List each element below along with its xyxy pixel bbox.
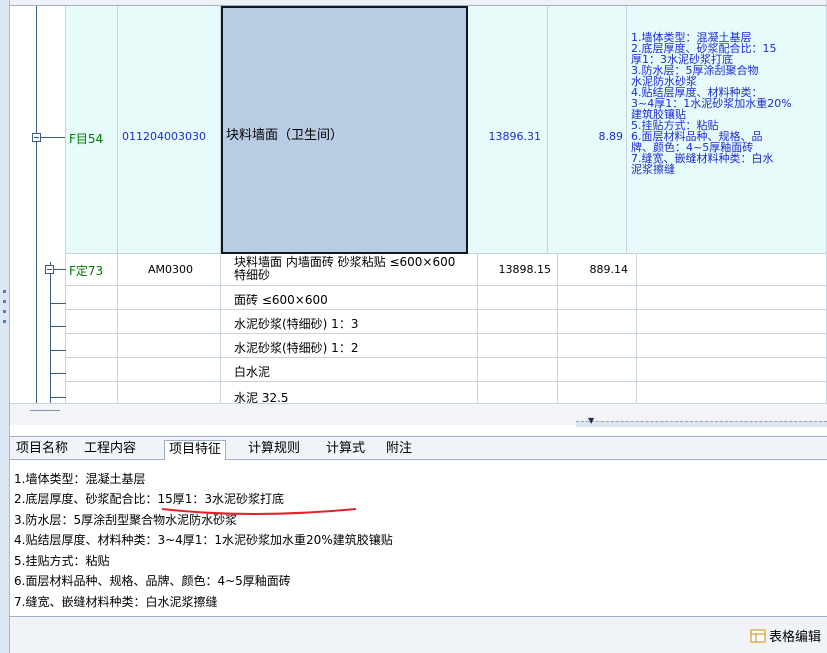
material-feature-cell[interactable]	[637, 310, 827, 334]
material-qty-cell[interactable]	[478, 286, 558, 310]
material-feature-cell[interactable]	[637, 286, 827, 310]
material-name-cell[interactable]: 水泥 32.5	[221, 382, 478, 403]
bill-grid: F目54 011204003030 块料墙面（卫生间） 13896.31 8.8…	[10, 0, 827, 403]
table-edit-label: 表格编辑	[768, 630, 821, 645]
tab-work-content[interactable]: 工程内容	[80, 440, 140, 460]
row2-code: F定73	[69, 264, 104, 278]
tree-line	[50, 326, 66, 327]
material-code-cell[interactable]	[66, 334, 118, 358]
bottom-toolbar: 表格编辑	[10, 616, 827, 653]
material-code-cell[interactable]	[66, 310, 118, 334]
row2-price: 889.14	[589, 263, 629, 276]
table-edit-button[interactable]: 表格编辑	[750, 626, 821, 645]
tree-line	[50, 262, 51, 403]
material-feature-cell[interactable]	[637, 358, 827, 382]
material-name-cell[interactable]: 水泥砂浆(特细砂) 1：2	[221, 334, 478, 358]
row1-code-cell[interactable]: F目54	[66, 6, 118, 254]
splitter-dot	[3, 290, 6, 293]
table-edit-icon	[750, 629, 766, 642]
tab-project-features[interactable]: 项目特征	[164, 440, 227, 460]
collapse-icon[interactable]	[32, 133, 41, 142]
material-qty-cell[interactable]	[478, 310, 558, 334]
row2-feature-cell[interactable]	[637, 254, 827, 286]
material-code-cell[interactable]	[66, 382, 118, 403]
collapse-icon[interactable]	[45, 265, 54, 274]
material-qty-cell[interactable]	[478, 358, 558, 382]
tree-line	[41, 137, 65, 138]
row1-name: 块料墙面（卫生间）	[226, 128, 344, 143]
left-splitter[interactable]	[0, 0, 10, 653]
splitter-handle[interactable]: ▼	[576, 416, 827, 427]
feature-line: 1.墙体类型：混凝土基层	[14, 472, 146, 486]
red-underline-annotation	[161, 508, 357, 515]
feature-text-area[interactable]: 1.墙体类型：混凝土基层 2.底层厚度、砂浆配合比：15厚1：3水泥砂浆打底 3…	[10, 461, 827, 616]
row2-qty-cell[interactable]: 13898.15	[478, 254, 558, 286]
feature-line: 4.贴结层厚度、材料种类：3~4厚1：1水泥砂浆加水重20%建筑胶镶贴	[14, 533, 393, 547]
row1-price: 8.89	[598, 130, 624, 143]
row1-feature-cell[interactable]: 1.墙体类型：混凝土基层 2.底层厚度、砂浆配合比：15 厚1：3水泥砂浆打底 …	[627, 6, 827, 254]
material-name: 水泥砂浆(特细砂) 1：3	[234, 317, 359, 331]
material-number-cell[interactable]	[118, 334, 221, 358]
feature-line: 6.面层材料品种、规格、品牌、颜色：4~5厚釉面砖	[14, 574, 291, 588]
material-number-cell[interactable]	[118, 310, 221, 334]
row1-qty: 13896.31	[488, 130, 542, 143]
material-name-cell[interactable]: 白水泥	[221, 358, 478, 382]
row1-code: F目54	[69, 132, 104, 146]
row2-price-cell[interactable]: 889.14	[558, 254, 637, 286]
tree-line	[50, 350, 66, 351]
feature-line: 7.缝宽、嵌缝材料种类：白水泥浆擦缝	[14, 595, 218, 609]
tab-calc-rules[interactable]: 计算规则	[244, 440, 304, 460]
material-code-cell[interactable]	[66, 358, 118, 382]
material-name: 水泥 32.5	[234, 391, 289, 403]
feature-line: 5.挂贴方式：粘贴	[14, 554, 110, 568]
splitter-dot	[3, 300, 6, 303]
tree-line	[50, 373, 66, 374]
detail-tab-bar: 项目名称 工程内容 项目特征 计算规则 计算式 附注	[10, 436, 827, 460]
material-name: 水泥砂浆(特细砂) 1：2	[234, 341, 359, 355]
tab-formula[interactable]: 计算式	[322, 440, 369, 460]
material-qty-cell[interactable]	[478, 382, 558, 403]
material-price-cell[interactable]	[558, 286, 637, 310]
material-price-cell[interactable]	[558, 382, 637, 403]
material-name-cell[interactable]: 水泥砂浆(特细砂) 1：3	[221, 310, 478, 334]
row1-qty-cell[interactable]: 13896.31	[468, 6, 548, 254]
tree-column	[10, 6, 66, 403]
material-name-cell[interactable]: 面砖 ≤600×600	[221, 286, 478, 310]
row2-name: 块料墙面 内墙面砖 砂浆粘贴 ≤600×600 特细砂	[234, 255, 456, 282]
chevron-down-icon[interactable]: ▼	[588, 416, 594, 425]
tree-line	[36, 6, 37, 403]
row2-number-cell[interactable]: AM0300	[118, 254, 221, 286]
tree-line	[54, 269, 66, 270]
material-price-cell[interactable]	[558, 358, 637, 382]
row1-name-cell[interactable]: 块料墙面（卫生间）	[221, 6, 468, 254]
row2-qty: 13898.15	[498, 263, 552, 276]
splitter-dot	[3, 310, 6, 313]
material-name: 白水泥	[234, 365, 271, 379]
splitter-dot	[3, 320, 6, 323]
material-price-cell[interactable]	[558, 334, 637, 358]
row2-name-cell[interactable]: 块料墙面 内墙面砖 砂浆粘贴 ≤600×600 特细砂	[221, 254, 478, 286]
row1-number: 011204003030	[122, 130, 206, 143]
material-number-cell[interactable]	[118, 286, 221, 310]
row2-number: AM0300	[148, 263, 194, 276]
tab-project-name[interactable]: 项目名称	[12, 440, 72, 460]
material-number-cell[interactable]	[118, 358, 221, 382]
grid-horizontal-scrollbar[interactable]: ▼	[10, 403, 827, 427]
row2-code-cell[interactable]: F定73	[66, 254, 118, 286]
material-price-cell[interactable]	[558, 310, 637, 334]
tree-line	[50, 397, 66, 398]
material-number-cell[interactable]	[118, 382, 221, 403]
scroll-thumb[interactable]	[30, 410, 60, 411]
tree-line	[50, 303, 66, 304]
row1-price-cell[interactable]: 8.89	[548, 6, 627, 254]
material-feature-cell[interactable]	[637, 382, 827, 403]
material-name: 面砖 ≤600×600	[234, 293, 328, 307]
material-qty-cell[interactable]	[478, 334, 558, 358]
row1-number-cell[interactable]: 011204003030	[118, 6, 221, 254]
tab-notes[interactable]: 附注	[382, 440, 416, 460]
row1-feature: 1.墙体类型：混凝土基层 2.底层厚度、砂浆配合比：15 厚1：3水泥砂浆打底 …	[631, 31, 792, 176]
material-code-cell[interactable]	[66, 286, 118, 310]
material-feature-cell[interactable]	[637, 334, 827, 358]
red-underline-stroke	[161, 508, 357, 515]
